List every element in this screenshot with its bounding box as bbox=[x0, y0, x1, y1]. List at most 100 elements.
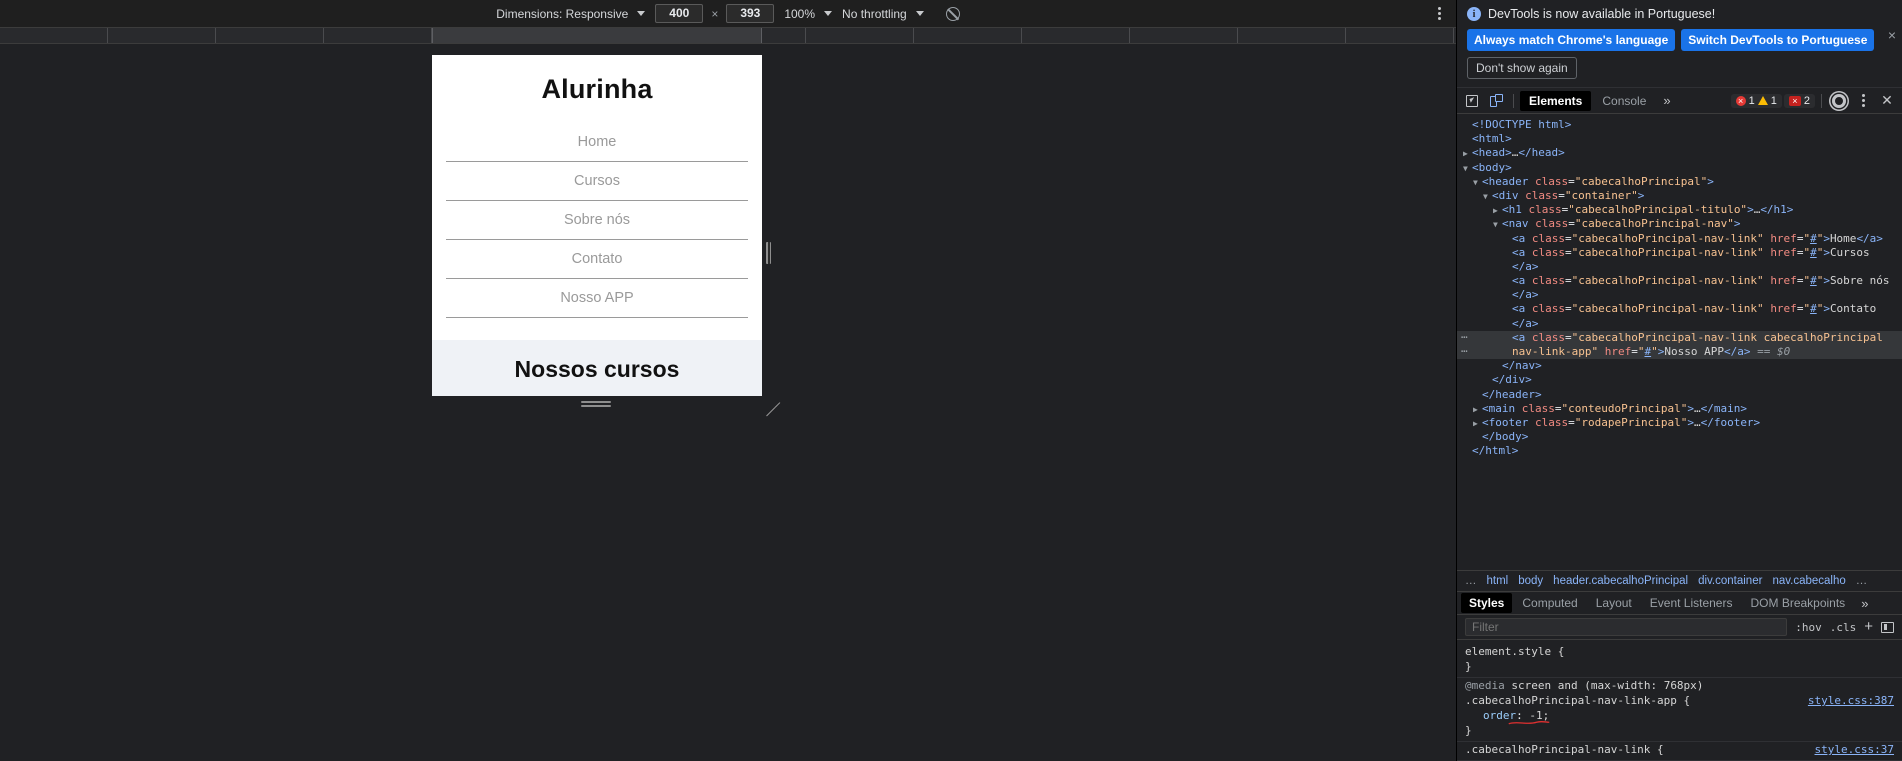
nav-link-nosso-app[interactable]: Nosso APP bbox=[446, 279, 748, 318]
dom-tree-node[interactable]: ▼ <nav class="cabecalhoPrincipal-nav"> bbox=[1457, 217, 1902, 231]
breadcrumb-overflow-end[interactable]: … bbox=[1856, 575, 1868, 587]
dom-tree[interactable]: <!DOCTYPE html> <html> ▶ <head>…</head> ▼ <bo… bbox=[1457, 114, 1902, 570]
styles-filter-input[interactable] bbox=[1465, 618, 1788, 636]
dom-tree-node[interactable]: <a class="cabecalhoPrincipal-nav-link" h… bbox=[1457, 232, 1902, 246]
dont-show-again-button[interactable]: Don't show again bbox=[1467, 57, 1577, 79]
tab-console[interactable]: Console bbox=[1593, 91, 1655, 111]
gear-icon[interactable] bbox=[1828, 91, 1850, 111]
more-tabs-icon[interactable]: » bbox=[1657, 93, 1676, 108]
toggle-pseudo-states-button[interactable]: :hov bbox=[1795, 621, 1822, 634]
dom-node-markup: <a class="cabecalhoPrincipal-nav-link" h… bbox=[1512, 231, 1883, 245]
breadcrumb-item[interactable]: html bbox=[1487, 575, 1509, 587]
dom-tree-node[interactable]: ▼ <body> bbox=[1457, 161, 1902, 175]
dom-tree-node[interactable]: ▶ <main class="conteudoPrincipal">…</main… bbox=[1457, 402, 1902, 416]
more-styles-tabs-icon[interactable]: » bbox=[1855, 596, 1874, 611]
tab-computed[interactable]: Computed bbox=[1514, 593, 1585, 613]
dom-node-markup: <header class="cabecalhoPrincipal"> bbox=[1482, 174, 1714, 188]
nav-link-cursos[interactable]: Cursos bbox=[446, 162, 748, 201]
dom-tree-node[interactable]: </html> bbox=[1457, 444, 1902, 458]
device-height-resize-handle[interactable] bbox=[581, 401, 611, 408]
warning-count: 1 bbox=[1770, 94, 1777, 107]
dom-tree-node[interactable]: <!DOCTYPE html> bbox=[1457, 118, 1902, 132]
inspect-element-icon[interactable] bbox=[1461, 91, 1483, 111]
breadcrumb-overflow-start[interactable]: … bbox=[1465, 575, 1477, 587]
throttling-selector[interactable]: No throttling bbox=[842, 7, 924, 21]
toggle-device-toolbar-icon[interactable] bbox=[1485, 91, 1507, 111]
dom-tree-node[interactable]: ▶ <h1 class="cabecalhoPrincipal-titulo">…… bbox=[1457, 203, 1902, 217]
viewport-width-input[interactable]: 400 bbox=[655, 4, 704, 23]
close-notification-icon[interactable]: × bbox=[1888, 28, 1896, 42]
dimensions-selector[interactable]: Dimensions: Responsive bbox=[496, 6, 646, 21]
error-warning-counter[interactable]: 1 1 bbox=[1730, 93, 1782, 108]
dom-tree-node[interactable]: </header> bbox=[1457, 388, 1902, 402]
dimension-multiply-symbol: × bbox=[711, 6, 719, 21]
dom-tree-node[interactable]: ▼ <div class="container"> bbox=[1457, 189, 1902, 203]
dom-tree-node[interactable]: </nav> bbox=[1457, 359, 1902, 373]
emulated-page: Alurinha Home Cursos Sobre nós Contato N… bbox=[432, 55, 762, 396]
dom-tree-node[interactable]: <a class="cabecalhoPrincipal-nav-link" h… bbox=[1457, 274, 1902, 288]
breadcrumb[interactable]: … html body header.cabecalhoPrincipal div.co… bbox=[1457, 570, 1902, 591]
expanded-twisty-icon[interactable]: ▼ bbox=[1483, 190, 1492, 204]
breadcrumb-item[interactable]: div.container bbox=[1698, 575, 1762, 587]
no-network-throttle-icon[interactable] bbox=[945, 6, 960, 21]
collapsed-twisty-icon[interactable]: ▶ bbox=[1463, 147, 1472, 161]
expanded-twisty-icon[interactable]: ▼ bbox=[1463, 162, 1472, 176]
nav-link-sobre-nos[interactable]: Sobre nós bbox=[446, 201, 748, 240]
css-source-link[interactable]: style.css:387 bbox=[1808, 693, 1894, 708]
issues-counter[interactable]: 2 bbox=[1783, 93, 1815, 108]
new-style-rule-button[interactable]: + bbox=[1864, 619, 1873, 634]
switch-devtools-to-portuguese-button[interactable]: Switch DevTools to Portuguese bbox=[1681, 29, 1875, 51]
nav-link-home[interactable]: Home bbox=[446, 123, 748, 162]
collapsed-twisty-icon[interactable]: ▶ bbox=[1473, 403, 1482, 417]
expanded-twisty-icon[interactable]: ▼ bbox=[1493, 218, 1502, 232]
dom-tree-node[interactable]: nav-link-app" href="#">Nosso APP</a> == … bbox=[1457, 342, 1902, 360]
collapsed-twisty-icon[interactable]: ▶ bbox=[1493, 204, 1502, 218]
dom-tree-node[interactable]: <html> bbox=[1457, 132, 1902, 146]
viewport-height-input[interactable]: 393 bbox=[726, 4, 775, 23]
close-devtools-icon[interactable]: ✕ bbox=[1876, 91, 1898, 111]
css-rules-list[interactable]: element.style {} @media screen and (max-w… bbox=[1457, 640, 1902, 761]
breadcrumb-item[interactable]: header.cabecalhoPrincipal bbox=[1553, 575, 1688, 587]
css-selector[interactable]: element.style { bbox=[1457, 644, 1902, 659]
device-toolbar-more-options-icon[interactable] bbox=[1432, 7, 1446, 21]
dom-tree-node[interactable]: </a> bbox=[1457, 317, 1902, 331]
devtools-more-options-icon[interactable] bbox=[1852, 91, 1874, 111]
collapsed-twisty-icon[interactable]: ▶ bbox=[1473, 417, 1482, 431]
dom-tree-node[interactable]: </div> bbox=[1457, 373, 1902, 387]
tab-elements[interactable]: Elements bbox=[1520, 90, 1592, 111]
css-rule[interactable]: element.style {} bbox=[1457, 644, 1902, 678]
css-selector[interactable]: .cabecalhoPrincipal-nav-link { style.css:… bbox=[1457, 742, 1902, 757]
css-rule[interactable]: .cabecalhoPrincipal-nav-link { style.css:… bbox=[1457, 742, 1902, 761]
dom-tree-node[interactable]: </a> bbox=[1457, 288, 1902, 302]
tab-layout[interactable]: Layout bbox=[1588, 593, 1640, 613]
breadcrumb-item[interactable]: nav.cabecalho bbox=[1772, 575, 1845, 587]
css-selector[interactable]: .cabecalhoPrincipal-nav-link-app {style.… bbox=[1457, 693, 1902, 708]
dom-tree-node[interactable]: <a class="cabecalhoPrincipal-nav-link" h… bbox=[1457, 246, 1902, 260]
css-selector-text: .cabecalhoPrincipal-nav-link { bbox=[1465, 743, 1664, 756]
css-declaration[interactable]: order: -1; bbox=[1457, 708, 1902, 725]
nav-link-contato[interactable]: Contato bbox=[446, 240, 748, 279]
always-match-chrome-language-button[interactable]: Always match Chrome's language bbox=[1467, 29, 1676, 51]
element-classes-button[interactable]: .cls bbox=[1830, 621, 1857, 634]
tab-event-listeners[interactable]: Event Listeners bbox=[1642, 593, 1741, 613]
dom-tree-node[interactable]: <a class="cabecalhoPrincipal-nav-link ca… bbox=[1457, 328, 1902, 345]
expanded-twisty-icon[interactable]: ▼ bbox=[1473, 176, 1482, 190]
toggle-sidebar-icon[interactable] bbox=[1881, 621, 1894, 633]
device-width-resize-handle[interactable] bbox=[766, 242, 771, 264]
dom-tree-node[interactable]: <a class="cabecalhoPrincipal-nav-link" h… bbox=[1457, 302, 1902, 316]
dom-tree-node[interactable]: </a> bbox=[1457, 260, 1902, 274]
tab-styles[interactable]: Styles bbox=[1461, 593, 1513, 613]
dom-tree-node[interactable]: ▼ <header class="cabecalhoPrincipal"> bbox=[1457, 175, 1902, 189]
css-source-link[interactable]: style.css:37 bbox=[1815, 742, 1894, 757]
dom-tree-node[interactable]: </body> bbox=[1457, 430, 1902, 444]
zoom-selector[interactable]: 100% bbox=[784, 7, 833, 21]
css-rule[interactable]: @media screen and (max-width: 768px) .cab… bbox=[1457, 678, 1902, 742]
device-corner-resize-handle[interactable] bbox=[762, 396, 781, 417]
dimensions-label: Dimensions: Responsive bbox=[496, 6, 629, 21]
dom-tree-node[interactable]: ▶ <footer class="rodapePrincipal">…</foot… bbox=[1457, 416, 1902, 430]
dom-node-markup: <a class="cabecalhoPrincipal-nav-link" h… bbox=[1512, 245, 1870, 259]
css-rule-close-brace: } bbox=[1465, 724, 1472, 737]
dom-tree-node[interactable]: ▶ <head>…</head> bbox=[1457, 146, 1902, 160]
breadcrumb-item[interactable]: body bbox=[1518, 575, 1543, 587]
tab-dom-breakpoints[interactable]: DOM Breakpoints bbox=[1742, 593, 1853, 613]
